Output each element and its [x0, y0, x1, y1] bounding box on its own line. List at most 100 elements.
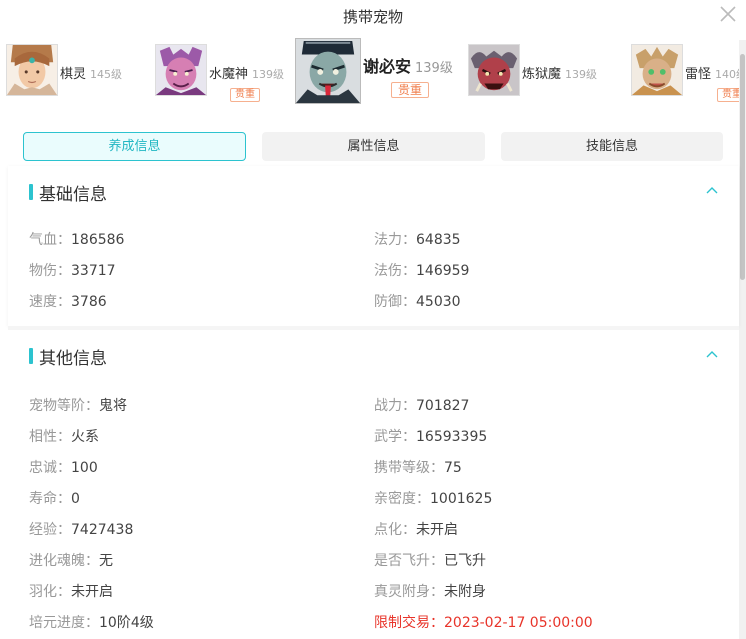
other-info-header[interactable]: 其他信息 — [8, 330, 739, 378]
section-accent-bar — [29, 348, 33, 364]
stat-label: 进化魂魄： — [29, 553, 99, 569]
pet-name: 棋灵 — [60, 67, 87, 82]
section-title: 基础信息 — [39, 185, 107, 205]
stat-value: 0 — [71, 491, 80, 507]
stat-value: 701827 — [416, 398, 470, 414]
tab-skills[interactable]: 技能信息 — [501, 132, 723, 161]
pet-card-lianyumo[interactable]: 炼狱魔 139级 — [468, 44, 597, 96]
stat-value: 未附身 — [444, 584, 486, 600]
stat-value: 未开启 — [71, 584, 113, 600]
stat-label: 限制交易： — [374, 615, 444, 631]
stat-row: 羽化：未开启 — [29, 581, 113, 601]
pet-card-xiebian[interactable]: 谢必安 139级 贵重 — [295, 38, 453, 104]
pet-name: 谢必安 — [363, 57, 412, 76]
stat-row: 是否飞升：已飞升 — [374, 550, 486, 570]
stat-label: 宠物等阶： — [29, 398, 99, 414]
stat-row: 经验：7427438 — [29, 519, 133, 539]
pet-level: 139级 — [252, 68, 285, 81]
pet-avatar — [6, 44, 58, 96]
stat-label: 气血： — [29, 232, 71, 248]
stat-label: 战力： — [374, 398, 416, 414]
stat-value: 2023-02-17 05:00:00 — [444, 615, 593, 631]
stat-row: 物伤：33717 — [29, 260, 116, 280]
valuable-badge: 贵重 — [230, 88, 261, 102]
pet-card-shuimoshen[interactable]: 水魔神 139级 贵重 — [155, 44, 284, 102]
stat-label: 寿命： — [29, 491, 71, 507]
stat-row: 防御：45030 — [374, 291, 461, 311]
pet-name: 炼狱魔 — [522, 67, 562, 82]
stat-value: 45030 — [416, 294, 461, 310]
pet-avatar — [295, 38, 361, 104]
stat-value: 7427438 — [71, 522, 134, 538]
stat-label: 羽化： — [29, 584, 71, 600]
stat-row: 真灵附身：未附身 — [374, 581, 486, 601]
stat-value: 33717 — [71, 263, 116, 279]
basic-info-panel: 基础信息 气血：186586 法力：64835 物伤：33717 法伤：1469… — [8, 166, 739, 326]
pet-card-leiguai[interactable]: 雷怪 140级 贵重 — [631, 44, 746, 102]
pet-avatar — [468, 44, 520, 96]
trade-restriction-row: 限制交易：2023-02-17 05:00:00 — [374, 612, 593, 632]
valuable-badge: 贵重 — [391, 82, 430, 98]
stat-label: 真灵附身： — [374, 584, 444, 600]
tab-cultivation[interactable]: 养成信息 — [23, 132, 246, 161]
window-title: 携带宠物 — [342, 8, 403, 26]
pet-card-qiling[interactable]: 棋灵 145级 — [6, 44, 122, 96]
stat-row: 法伤：146959 — [374, 260, 469, 280]
stat-value: 75 — [444, 460, 462, 476]
vertical-scrollbar[interactable] — [739, 40, 746, 639]
title-bar: 携带宠物 — [0, 0, 746, 30]
stat-value: 未开启 — [416, 522, 458, 538]
tab-attributes[interactable]: 属性信息 — [262, 132, 485, 161]
stat-value: 16593395 — [416, 429, 488, 445]
stat-row: 战力：701827 — [374, 395, 469, 415]
stat-value: 186586 — [71, 232, 125, 248]
stat-label: 法力： — [374, 232, 416, 248]
other-info-panel: 其他信息 宠物等阶：鬼将 战力：701827 相性：火系 武学：16593395… — [8, 330, 739, 639]
stat-label: 亲密度： — [374, 491, 430, 507]
stat-row: 相性：火系 — [29, 426, 99, 446]
pet-level: 145级 — [90, 68, 123, 81]
stat-value: 火系 — [71, 429, 99, 445]
stat-value: 无 — [99, 553, 113, 569]
stat-value: 1001625 — [430, 491, 493, 507]
stat-value: 100 — [71, 460, 98, 476]
stat-value: 146959 — [416, 263, 470, 279]
stat-label: 经验： — [29, 522, 71, 538]
stat-row: 法力：64835 — [374, 229, 461, 249]
pet-carousel[interactable]: 棋灵 145级 水魔神 139级 贵重 谢必安 139级 贵重 炼狱魔 139级… — [0, 36, 746, 108]
stat-label: 培元进度： — [29, 615, 99, 631]
chevron-up-icon[interactable] — [705, 183, 719, 197]
stat-value: 64835 — [416, 232, 461, 248]
stat-label: 相性： — [29, 429, 71, 445]
pet-avatar — [631, 44, 683, 96]
stat-row: 点化：未开启 — [374, 519, 458, 539]
section-accent-bar — [29, 184, 33, 200]
scrollbar-thumb[interactable] — [740, 54, 745, 280]
stat-row: 气血：186586 — [29, 229, 124, 249]
stat-label: 法伤： — [374, 263, 416, 279]
stat-row: 携带等级：75 — [374, 457, 462, 477]
stat-label: 携带等级： — [374, 460, 444, 476]
pet-name: 水魔神 — [209, 67, 249, 82]
stat-row: 进化魂魄：无 — [29, 550, 113, 570]
info-tabs: 养成信息 属性信息 技能信息 — [23, 132, 723, 161]
stat-value: 已飞升 — [444, 553, 486, 569]
stat-row: 武学：16593395 — [374, 426, 487, 446]
close-icon[interactable] — [716, 2, 740, 26]
stat-value: 3786 — [71, 294, 107, 310]
stat-row: 忠诚：100 — [29, 457, 98, 477]
stat-label: 武学： — [374, 429, 416, 445]
stat-label: 物伤： — [29, 263, 71, 279]
stat-label: 防御： — [374, 294, 416, 310]
pet-name: 雷怪 — [685, 67, 712, 82]
stat-label: 是否飞升： — [374, 553, 444, 569]
stat-row: 培元进度：10阶4级 — [29, 612, 154, 632]
basic-info-header[interactable]: 基础信息 — [8, 166, 739, 214]
pet-level: 139级 — [565, 68, 598, 81]
chevron-up-icon[interactable] — [705, 347, 719, 361]
pet-avatar — [155, 44, 207, 96]
stat-row: 宠物等阶：鬼将 — [29, 395, 127, 415]
pet-level: 139级 — [415, 61, 453, 76]
stat-label: 忠诚： — [29, 460, 71, 476]
stat-label: 速度： — [29, 294, 71, 310]
